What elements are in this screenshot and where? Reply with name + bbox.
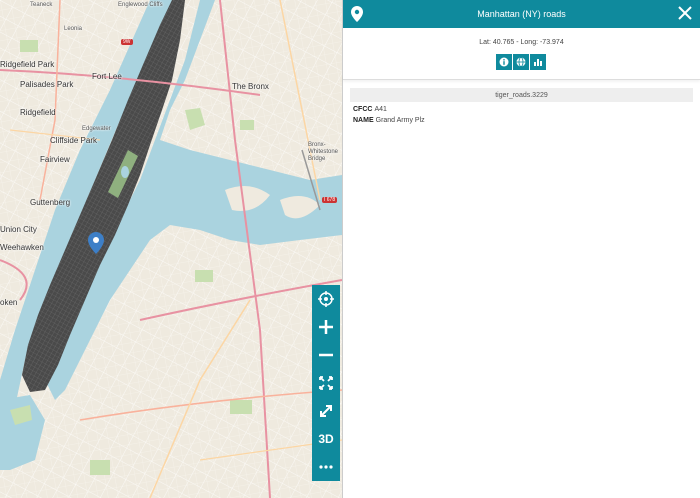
zoom-in-icon[interactable] xyxy=(312,313,340,341)
map-label-englewood: Englewood Cliffs xyxy=(118,2,163,8)
map-label-edgewater: Edgewater xyxy=(82,126,111,132)
road-shield-i678: I 678 xyxy=(322,197,338,203)
more-icon[interactable] xyxy=(312,453,340,481)
basemap xyxy=(0,0,342,498)
map-label-hoboken: oken xyxy=(0,298,18,307)
chart-icon[interactable] xyxy=(530,54,546,70)
map-label-union-city: Union City xyxy=(0,225,37,234)
feature-id-heading: tiger_roads.3229 xyxy=(350,88,693,102)
info-icon[interactable] xyxy=(496,54,512,70)
map-label-guttenberg: Guttenberg xyxy=(30,198,71,207)
panel-header: Manhattan (NY) roads xyxy=(343,0,700,28)
zoom-extent-icon[interactable] xyxy=(312,369,340,397)
panel-divider xyxy=(343,74,700,80)
3d-button[interactable]: 3D xyxy=(312,425,340,453)
map-toolbar: 3D xyxy=(312,285,340,481)
attribute-key: NAME xyxy=(353,117,374,124)
map-label-leonia: Leonia xyxy=(64,26,83,32)
panel-title: Manhattan (NY) roads xyxy=(477,9,566,19)
coordinates-readout: Lat: 40.765 - Long: -73.974 xyxy=(479,39,564,46)
zoom-out-icon[interactable] xyxy=(312,341,340,369)
panel-toolbar xyxy=(343,54,700,70)
fullscreen-icon[interactable] xyxy=(312,397,340,425)
attribute-key: CFCC xyxy=(353,106,373,113)
globe-icon[interactable] xyxy=(513,54,529,70)
map-label-palisades-park: Palisades Park xyxy=(20,80,74,89)
crosshair-icon[interactable] xyxy=(312,285,340,313)
map-label-ridgefield-park: Ridgefield Park xyxy=(0,60,55,69)
map-label-bronx-whitestone: Bronx-Whitestone Bridge xyxy=(308,142,339,162)
attribute-value: Grand Army Plz xyxy=(375,117,425,124)
map-label-weehawken: Weehawken xyxy=(0,243,44,252)
road-shield-9w: 9W xyxy=(121,39,133,45)
map-label-cliffside-park: Cliffside Park xyxy=(50,136,97,145)
map-pin-icon xyxy=(351,6,363,27)
attribute-row-name: NAME Grand Army Plz xyxy=(353,117,700,124)
map-label-fort-lee: Fort Lee xyxy=(92,72,122,81)
map-label-ridgefield: Ridgefield xyxy=(20,108,56,117)
identify-panel: Manhattan (NY) roads Lat: 40.765 - Long:… xyxy=(342,0,700,498)
close-icon[interactable] xyxy=(678,6,692,25)
map-label-teaneck: Teaneck xyxy=(30,2,53,8)
attribute-row-cfcc: CFCC A41 xyxy=(353,106,700,113)
location-marker-icon[interactable] xyxy=(88,232,104,254)
attribute-value: A41 xyxy=(374,106,387,113)
map-label-the-bronx: The Bronx xyxy=(232,82,269,91)
map-label-fairview: Fairview xyxy=(40,155,70,164)
3d-label: 3D xyxy=(318,432,334,446)
map-canvas[interactable]: Teaneck Englewood Cliffs Leonia Ridgefie… xyxy=(0,0,342,498)
